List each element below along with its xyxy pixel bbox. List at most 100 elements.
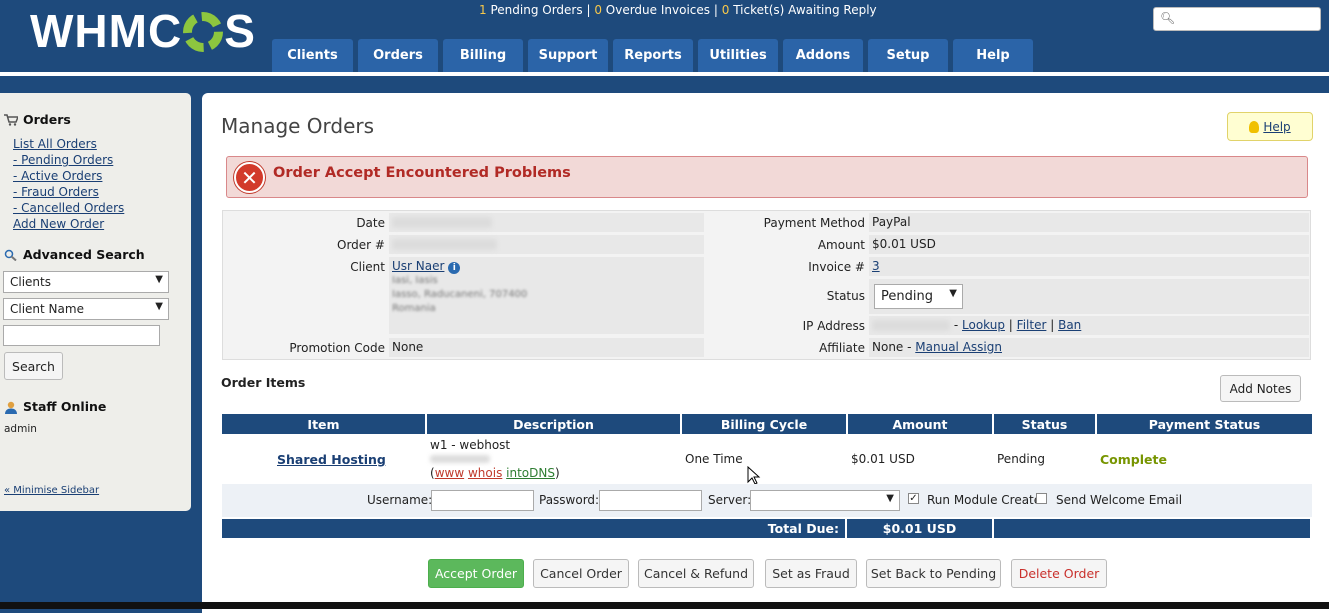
chevron-down-icon: ▼ xyxy=(886,493,894,504)
affiliate-value: None - Manual Assign xyxy=(869,338,1309,357)
add-new-order-link[interactable]: Add New Order xyxy=(13,216,124,232)
client-address-line2: Iasso, Raducaneni, 707400 xyxy=(392,289,528,300)
pending-orders-link[interactable]: - Pending Orders xyxy=(13,152,124,168)
nav-billing[interactable]: Billing xyxy=(443,39,523,72)
search-button[interactable]: Search xyxy=(4,352,63,380)
active-orders-link[interactable]: - Active Orders xyxy=(13,168,124,184)
col-billing-cycle: Billing Cycle xyxy=(682,414,846,434)
cancel-refund-button[interactable]: Cancel & Refund xyxy=(638,559,754,588)
tickets-count[interactable]: 0 xyxy=(722,3,730,17)
send-welcome-checkbox[interactable] xyxy=(1036,493,1047,504)
nav-support[interactable]: Support xyxy=(528,39,608,72)
client-label: Client xyxy=(350,260,385,274)
gear-icon xyxy=(183,12,224,52)
search-type-select[interactable]: Clients ▼ xyxy=(3,271,169,293)
ip-filter-link[interactable]: Filter xyxy=(1017,318,1047,332)
order-number-label: Order # xyxy=(337,238,385,252)
search-field-select[interactable]: Client Name ▼ xyxy=(3,298,169,320)
mouse-cursor-icon xyxy=(747,466,761,485)
pending-orders-count[interactable]: 1 xyxy=(479,3,487,17)
separator: | xyxy=(713,3,718,17)
client-address-line3: Romania xyxy=(392,303,436,314)
col-description: Description xyxy=(427,414,680,434)
affiliate-none: None - xyxy=(872,340,912,354)
server-select[interactable]: ▼ xyxy=(750,490,900,511)
invoice-value: 3 xyxy=(869,257,1309,276)
minimise-sidebar-link[interactable]: « Minimise Sidebar xyxy=(4,485,99,496)
overdue-count[interactable]: 0 xyxy=(594,3,602,17)
client-address-line1: Iasi, Iasis xyxy=(392,275,438,286)
sidebar: Orders List All Orders - Pending Orders … xyxy=(0,93,191,511)
invoice-label: Invoice # xyxy=(808,260,865,274)
orders-title: Orders xyxy=(23,112,71,127)
nav-reports[interactable]: Reports xyxy=(613,39,693,72)
staff-name: admin xyxy=(4,423,37,435)
top-stats: 1 Pending Orders | 0 Overdue Invoices | … xyxy=(479,3,877,17)
fraud-orders-link[interactable]: - Fraud Orders xyxy=(13,184,124,200)
payment-method-value: PayPal xyxy=(869,213,1309,232)
tickets-link[interactable]: Ticket(s) Awaiting Reply xyxy=(733,3,876,17)
pending-orders-link[interactable]: Pending Orders xyxy=(490,3,582,17)
client-name-link[interactable]: Usr Naer xyxy=(392,259,444,273)
global-search-input[interactable]: 🔍︎ xyxy=(1153,7,1321,31)
billing-cycle-value: One Time xyxy=(685,452,743,466)
cancel-order-button[interactable]: Cancel Order xyxy=(533,559,629,588)
nav-utilities[interactable]: Utilities xyxy=(698,39,778,72)
ip-ban-link[interactable]: Ban xyxy=(1058,318,1081,332)
nav-clients[interactable]: Clients xyxy=(272,39,353,72)
username-label: Username: xyxy=(367,493,433,507)
items-table-header: Item Description Billing Cycle Amount St… xyxy=(222,414,1314,434)
header: WHMC S 1 Pending Orders | 0 Overdue Invoi… xyxy=(0,0,1329,72)
search-value-input[interactable] xyxy=(3,325,160,346)
whois-link[interactable]: whois xyxy=(468,466,502,480)
order-number-value xyxy=(389,235,704,254)
total-row: Total Due: $0.01 USD xyxy=(222,519,1312,538)
page-title: Manage Orders xyxy=(221,114,375,138)
header-band xyxy=(0,76,1329,92)
paren-close: ) xyxy=(554,466,560,480)
overdue-link[interactable]: Overdue Invoices xyxy=(606,3,710,17)
status-select[interactable]: Pending ▼ xyxy=(874,284,963,309)
help-button[interactable]: Help xyxy=(1227,112,1313,141)
whmcs-logo[interactable]: WHMC S xyxy=(30,4,256,58)
advanced-search-label: Advanced Search xyxy=(23,247,145,262)
ip-dash: - xyxy=(953,318,959,332)
list-all-orders-link[interactable]: List All Orders xyxy=(13,136,124,152)
chevron-down-icon: ▼ xyxy=(155,274,163,285)
module-row: Username: Password: Server: ▼ ✓ Run Modu… xyxy=(222,484,1312,517)
nav-orders[interactable]: Orders xyxy=(358,39,438,72)
orders-section-title: Orders xyxy=(4,112,71,127)
set-back-to-pending-button[interactable]: Set Back to Pending xyxy=(866,559,1001,588)
set-as-fraud-button[interactable]: Set as Fraud xyxy=(765,559,857,588)
accept-order-button[interactable]: Accept Order xyxy=(428,559,524,588)
client-value: Usr Naer i Iasi, Iasis Iasso, Raducaneni… xyxy=(389,257,704,334)
description-line1: w1 - webhost xyxy=(430,438,511,452)
date-label: Date xyxy=(356,216,385,230)
password-label: Password: xyxy=(539,493,600,507)
delete-order-button[interactable]: Delete Order xyxy=(1011,559,1107,588)
affiliate-label: Affiliate xyxy=(819,341,865,355)
item-link[interactable]: Shared Hosting xyxy=(277,452,386,467)
cancelled-orders-link[interactable]: - Cancelled Orders xyxy=(13,200,124,216)
send-welcome-label: Send Welcome Email xyxy=(1056,493,1183,507)
staff-online-title: Staff Online xyxy=(4,399,106,414)
status-select-value: Pending xyxy=(881,289,933,304)
www-link[interactable]: www xyxy=(435,466,464,480)
run-module-checkbox[interactable]: ✓ xyxy=(908,493,919,504)
main-nav: Clients Orders Billing Support Reports U… xyxy=(272,39,1038,72)
add-notes-button[interactable]: Add Notes xyxy=(1220,375,1301,402)
ip-lookup-link[interactable]: Lookup xyxy=(962,318,1005,332)
nav-help[interactable]: Help xyxy=(953,39,1033,72)
info-icon[interactable]: i xyxy=(448,262,461,274)
password-input[interactable] xyxy=(599,490,702,511)
promo-label: Promotion Code xyxy=(289,341,385,355)
intodns-link[interactable]: intoDNS xyxy=(506,466,555,480)
nav-addons[interactable]: Addons xyxy=(783,39,863,72)
username-input[interactable] xyxy=(431,490,534,511)
search-field-value: Client Name xyxy=(10,302,84,316)
alert-message: Order Accept Encountered Problems xyxy=(273,165,571,181)
nav-setup[interactable]: Setup xyxy=(868,39,948,72)
invoice-link[interactable]: 3 xyxy=(872,259,880,273)
manual-assign-link[interactable]: Manual Assign xyxy=(915,340,1002,354)
help-link[interactable]: Help xyxy=(1263,120,1290,134)
